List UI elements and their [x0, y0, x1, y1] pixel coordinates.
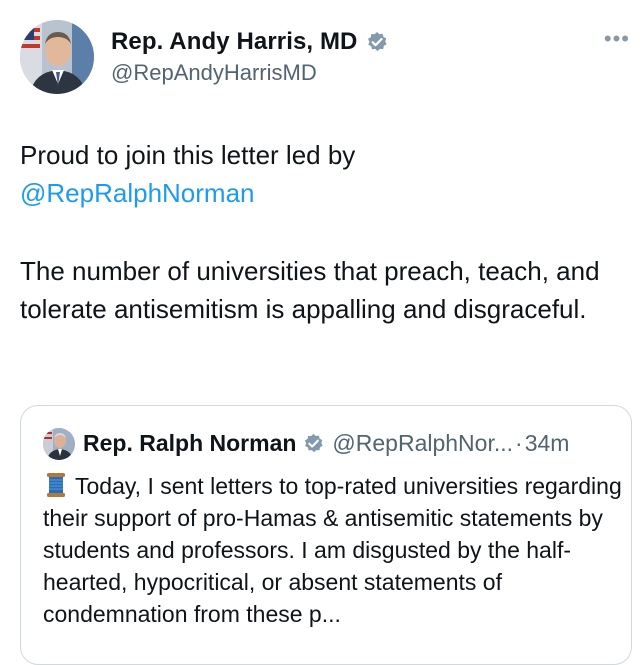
quoted-timestamp[interactable]: 34m	[525, 430, 570, 457]
post-line-1: Proud to join this letter led by	[20, 140, 356, 170]
author-name[interactable]: Rep. Andy Harris, MD	[111, 28, 358, 56]
quoted-author-name[interactable]: Rep. Ralph Norman	[83, 430, 296, 457]
quoted-author-avatar[interactable]	[43, 428, 75, 460]
post-paragraph-1: Proud to join this letter led by @RepRal…	[20, 136, 620, 212]
post-paragraph-2: The number of universities that preach, …	[20, 256, 600, 324]
author-avatar[interactable]	[20, 20, 94, 94]
quoted-author-handle[interactable]: @RepRalphNor...	[332, 430, 513, 457]
quoted-verified-badge-icon[interactable]	[303, 433, 324, 454]
author-handle[interactable]: @RepAndyHarrisMD	[111, 60, 317, 86]
tweet: Rep. Andy Harris, MD @RepAndyHarrisMD ••…	[0, 0, 640, 665]
more-options-icon[interactable]: •••	[604, 28, 630, 50]
author-name-row: Rep. Andy Harris, MD	[111, 28, 388, 56]
verified-badge-icon[interactable]	[366, 31, 388, 53]
quoted-separator: ·	[515, 430, 523, 456]
mention-link[interactable]: @RepRalphNorman	[20, 174, 620, 212]
quoted-tweet[interactable]: Rep. Ralph Norman @RepRalphNor... · 34m …	[20, 405, 632, 665]
quoted-text: Today, I sent letters to top-rated unive…	[43, 473, 622, 627]
spool-of-thread-icon	[43, 472, 69, 498]
quoted-text-block: Today, I sent letters to top-rated unive…	[43, 470, 633, 630]
quoted-header: Rep. Ralph Norman @RepRalphNor... · 34m	[83, 430, 569, 457]
